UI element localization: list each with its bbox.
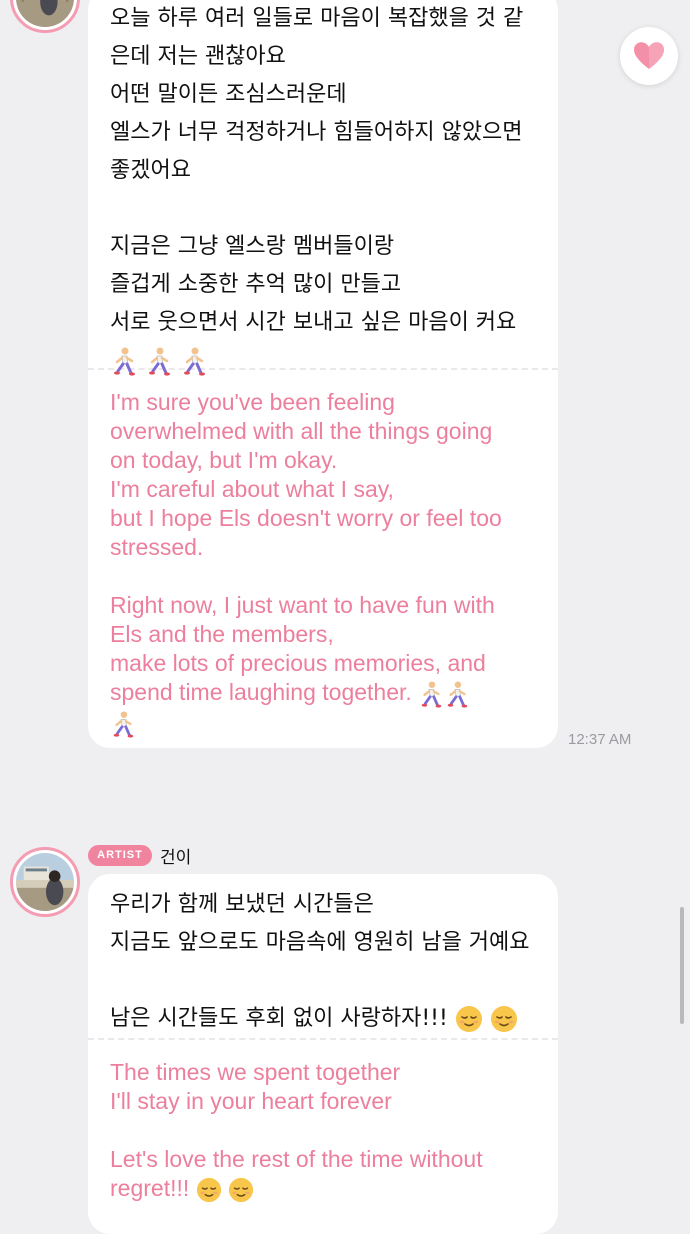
text-line: on today, but I'm okay. <box>110 447 338 473</box>
relieved-face-emoji <box>228 1177 254 1202</box>
relieved-face-emoji <box>490 1006 517 1032</box>
text-segment: spend time laughing together. <box>110 679 412 705</box>
runner-emoji <box>184 347 205 376</box>
text-segment: regret!!! <box>110 1175 190 1201</box>
heart-reaction-button[interactable] <box>620 27 678 85</box>
text-line: 어떤 말이든 조심스러운데 <box>110 82 347 107</box>
text-line: regret!!! <box>110 1174 536 1203</box>
message-original-text: 오늘 하루 여러 일들로 마음이 복잡했을 것 같 은데 저는 괜찮아요 어떤 … <box>88 0 558 376</box>
text-line: 즐겁게 소중한 추억 많이 만들고 <box>110 272 402 297</box>
artist-avatar[interactable] <box>10 847 80 917</box>
text-line: I'll stay in your heart forever <box>110 1088 392 1114</box>
relieved-face-emoji <box>196 1177 221 1202</box>
emoji-line <box>110 708 536 738</box>
text-line: I'm sure you've been feeling <box>110 389 395 415</box>
text-line: 은데 저는 괜찮아요 <box>110 44 286 69</box>
text-line: 지금은 그냥 엘스랑 멤버들이랑 <box>110 234 395 259</box>
text-line: 지금도 앞으로도 마음속에 영원히 남을 거예요 <box>110 930 530 955</box>
runner-emoji <box>447 681 468 708</box>
text-line: Els and the members, <box>110 621 334 647</box>
text-line: I'm careful about what I say, <box>110 476 394 502</box>
text-line: Right now, I just want to have fun with <box>110 592 495 618</box>
avatar-photo <box>16 853 74 911</box>
text-line: overwhelmed with all the things going <box>110 418 493 444</box>
text-line: make lots of precious memories, and <box>110 650 486 676</box>
text-line: 우리가 함께 보냈던 시간들은 <box>110 892 374 917</box>
text-line: The times we spent together <box>110 1059 401 1085</box>
text-line: but I hope Els doesn't worry or feel too <box>110 505 502 531</box>
message-bubble[interactable]: 오늘 하루 여러 일들로 마음이 복잡했을 것 같 은데 저는 괜찮아요 어떤 … <box>88 0 558 748</box>
runner-emoji <box>113 711 134 738</box>
artist-avatar[interactable] <box>10 0 80 33</box>
runner-emoji <box>421 681 442 708</box>
heart-icon <box>634 42 664 69</box>
artist-badge: ARTIST <box>88 845 152 866</box>
sender-name[interactable]: 건이 <box>160 843 191 868</box>
avatar-photo <box>16 0 74 27</box>
relieved-face-emoji <box>455 1006 482 1032</box>
message-original-text: 우리가 함께 보냈던 시간들은 지금도 앞으로도 마음속에 영원히 남을 거예요… <box>88 874 558 1038</box>
text-line: Let's love the rest of the time without <box>110 1146 483 1172</box>
text-line: spend time laughing together. <box>110 678 536 708</box>
text-segment: 남은 시간들도 후회 없이 사랑하자!!! <box>110 1006 448 1031</box>
text-line: 서로 웃으면서 시간 보내고 싶은 마음이 커요 <box>110 310 517 335</box>
scrollbar-thumb[interactable] <box>680 907 684 1024</box>
runner-emoji <box>114 347 135 376</box>
text-line: 오늘 하루 여러 일들로 마음이 복잡했을 것 같 <box>110 6 524 31</box>
text-line: 엘스가 너무 걱정하거나 힘들어하지 않았으면 <box>110 120 523 145</box>
message-timestamp: 12:37 AM <box>568 731 632 748</box>
message-bubble[interactable]: 우리가 함께 보냈던 시간들은 지금도 앞으로도 마음속에 영원히 남을 거예요… <box>88 874 558 1234</box>
text-line: 남은 시간들도 후회 없이 사랑하자!!! <box>110 1000 536 1038</box>
text-line: stressed. <box>110 534 204 560</box>
text-line: 좋겠어요 <box>110 158 191 183</box>
runner-emoji <box>149 347 170 376</box>
message-translation-text: I'm sure you've been feeling overwhelmed… <box>88 370 558 738</box>
message-translation-text: The times we spent together I'll stay in… <box>88 1040 558 1203</box>
